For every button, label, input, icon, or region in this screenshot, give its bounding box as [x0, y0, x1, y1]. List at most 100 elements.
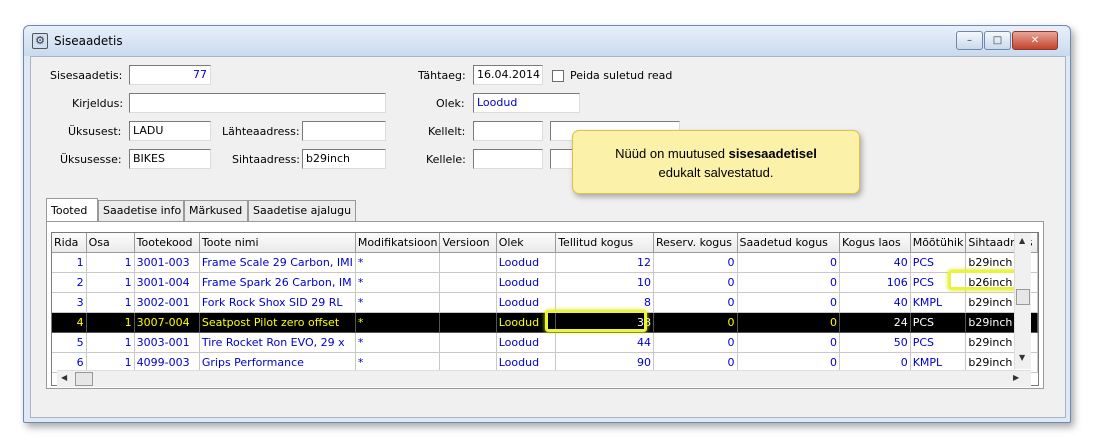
table-cell[interactable]	[439, 352, 497, 373]
table-cell[interactable]: KMPL	[910, 352, 967, 373]
title-bar[interactable]: ⚙ Siseaadetis – □ ✕	[24, 26, 1070, 56]
table-cell[interactable]: 1	[86, 252, 135, 273]
table-cell[interactable]: Loodud	[496, 352, 557, 373]
table-row[interactable]: 2 1 3001-004 Frame Spark 26 Carbon, IM * Lood…	[52, 272, 1038, 293]
olek-field[interactable]: Loodud	[473, 93, 580, 113]
uksusest-field[interactable]: LADU	[129, 121, 211, 141]
column-header[interactable]: Rida	[52, 233, 87, 253]
uksusesse-field[interactable]: BIKES	[129, 149, 211, 169]
column-header[interactable]: Reserv. kogus	[653, 233, 738, 253]
table-cell[interactable]: 3001-003	[134, 252, 200, 273]
table-cell[interactable]: Loodud	[496, 252, 557, 273]
table-cell[interactable]: 6	[52, 352, 87, 373]
table-row[interactable]: 5 1 3003-001 Tire Rocket Ron EVO, 29 x * Lood…	[52, 332, 1038, 353]
horizontal-scrollbar[interactable]: ◀ ▶	[57, 370, 1031, 387]
table-cell[interactable]: Frame Scale 29 Carbon, IMI	[199, 252, 356, 273]
table-cell[interactable]: 0	[737, 352, 840, 373]
tab-saadetise-ajalugu[interactable]: Saadetise ajalugu	[248, 200, 356, 222]
table-cell[interactable]: 40	[839, 292, 911, 313]
column-header[interactable]: Kogus laos	[839, 233, 911, 253]
table-cell[interactable]: 1	[52, 252, 87, 273]
scroll-left-arrow-icon[interactable]: ◀	[61, 373, 67, 382]
column-header[interactable]: Olek	[496, 233, 557, 253]
table-cell[interactable]: 0	[839, 352, 911, 373]
table-cell[interactable]: 90	[555, 352, 655, 373]
table-cell[interactable]: 50	[839, 332, 911, 353]
table-cell[interactable]: 0	[653, 352, 738, 373]
table-cell[interactable]: Loodud	[496, 332, 557, 353]
table-cell[interactable]: 4	[52, 312, 87, 333]
table-cell[interactable]: 0	[653, 292, 738, 313]
table-cell[interactable]	[439, 332, 497, 353]
table-cell[interactable]	[439, 312, 497, 333]
table-cell[interactable]: 24	[839, 312, 911, 333]
lahteaadress-field[interactable]	[302, 121, 386, 141]
table-cell[interactable]: PCS	[910, 312, 967, 333]
table-cell[interactable]: Frame Spark 26 Carbon, IM	[199, 272, 356, 293]
table-cell[interactable]: 3	[52, 292, 87, 313]
table-cell[interactable]	[439, 252, 497, 273]
table-cell[interactable]: *	[355, 292, 441, 313]
table-cell[interactable]: Fork Rock Shox SID 29 RL	[199, 292, 356, 313]
table-cell[interactable]: *	[355, 272, 441, 293]
table-cell[interactable]: Loodud	[496, 292, 557, 313]
maximize-button[interactable]: □	[984, 31, 1011, 50]
table-cell[interactable]: *	[355, 352, 441, 373]
sisesaadetis-field[interactable]: 77	[129, 65, 211, 85]
kellelt-field[interactable]	[473, 121, 543, 141]
vertical-scroll-thumb[interactable]	[1016, 289, 1030, 305]
table-cell[interactable]: 0	[653, 252, 738, 273]
column-header[interactable]: Toote nimi	[199, 233, 356, 253]
products-grid[interactable]: Rida Osa Tootekood Toote nimi Modifikatsioon…	[51, 232, 1039, 386]
table-cell[interactable]: 12	[555, 252, 655, 273]
table-cell[interactable]: 106	[839, 272, 911, 293]
table-cell[interactable]	[439, 292, 497, 313]
table-cell[interactable]: 1	[86, 332, 135, 353]
column-header[interactable]: Versioon	[439, 233, 497, 253]
table-cell[interactable]: 0	[737, 332, 840, 353]
minimize-button[interactable]: –	[956, 31, 983, 50]
kellele-field[interactable]	[473, 149, 543, 169]
scroll-right-arrow-icon[interactable]: ▶	[1013, 373, 1019, 382]
table-cell[interactable]: 3001-004	[134, 272, 200, 293]
tab-markused[interactable]: Märkused	[184, 200, 248, 222]
table-cell[interactable]: 0	[653, 332, 738, 353]
peida-suletud-checkbox[interactable]	[552, 70, 564, 82]
table-row[interactable]: 6 1 4099-003 Grips Performance * Loodud 90 0 0 0 K…	[52, 352, 1038, 373]
table-cell[interactable]: *	[355, 312, 441, 333]
table-cell[interactable]: 3007-004	[134, 312, 200, 333]
tab-saadetise-info[interactable]: Saadetise info	[98, 200, 184, 222]
table-cell[interactable]: 0	[737, 312, 840, 333]
column-header[interactable]: Modifikatsioon	[355, 233, 441, 253]
horizontal-scroll-thumb[interactable]	[75, 372, 93, 386]
table-cell[interactable]: *	[355, 332, 441, 353]
close-button[interactable]: ✕	[1012, 31, 1058, 50]
table-cell[interactable]: 1	[86, 292, 135, 313]
column-header[interactable]: Saadetud kogus	[737, 233, 840, 253]
table-cell[interactable]: 0	[653, 272, 738, 293]
table-cell[interactable]: KMPL	[910, 292, 967, 313]
table-cell[interactable]: 2	[52, 272, 87, 293]
table-cell[interactable]: Grips Performance	[199, 352, 356, 373]
vertical-scrollbar[interactable]: ▲ ▼	[1014, 233, 1031, 369]
table-cell[interactable]	[439, 272, 497, 293]
column-header[interactable]: Osa	[86, 233, 135, 253]
column-header[interactable]: Tootekood	[134, 233, 200, 253]
column-header[interactable]: Mõõtühik	[910, 233, 967, 253]
table-cell[interactable]: 5	[52, 332, 87, 353]
table-cell[interactable]: 0	[653, 312, 738, 333]
table-cell[interactable]: PCS	[910, 332, 967, 353]
table-cell[interactable]: 8	[555, 292, 655, 313]
column-header[interactable]: Tellitud kogus	[555, 233, 655, 253]
table-cell[interactable]: 0	[737, 272, 840, 293]
table-cell[interactable]: Seatpost Pilot zero offset	[199, 312, 356, 333]
table-row[interactable]: 1 1 3001-003 Frame Scale 29 Carbon, IMI * Loo…	[52, 252, 1038, 273]
table-cell[interactable]: 1	[86, 312, 135, 333]
sihtaadress-field[interactable]: b29inch	[302, 149, 386, 169]
tab-tooted[interactable]: Tooted	[46, 198, 98, 222]
table-cell[interactable]: Tire Rocket Ron EVO, 29 x	[199, 332, 356, 353]
table-cell[interactable]: Loodud	[496, 272, 557, 293]
table-cell[interactable]: 4099-003	[134, 352, 200, 373]
table-cell[interactable]: *	[355, 252, 441, 273]
table-cell[interactable]: 10	[555, 272, 655, 293]
